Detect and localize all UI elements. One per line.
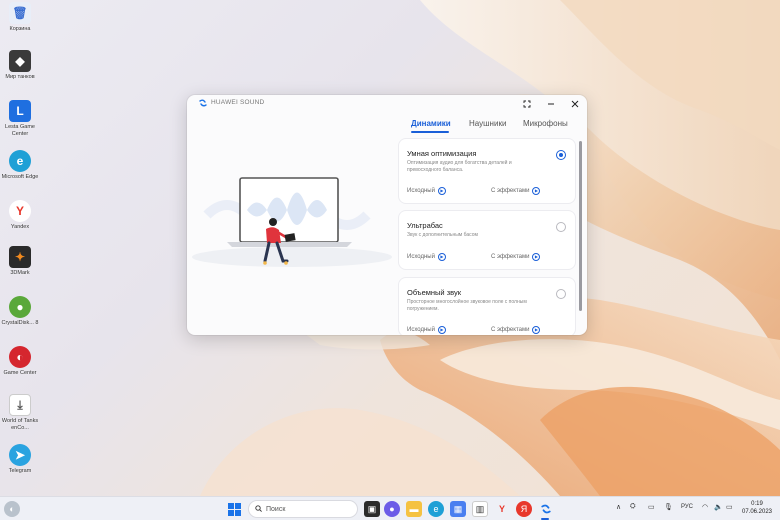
desktop-icon-label: Game Center bbox=[3, 370, 37, 376]
preview-original-button[interactable]: Исходный ▶ bbox=[407, 253, 446, 261]
file-explorer-icon[interactable]: ▬ bbox=[406, 501, 422, 517]
sound-mode-card-smart[interactable]: Умная оптимизация Оптимизация аудио для … bbox=[399, 139, 575, 203]
taskbar-search[interactable]: Поиск bbox=[248, 500, 358, 518]
play-icon: ▶ bbox=[532, 253, 541, 261]
desktop-icon-game-center[interactable]: ◐ Game Center bbox=[0, 346, 40, 377]
store-icon[interactable]: ▦ bbox=[450, 501, 466, 517]
desktop-icon-telegram[interactable]: ➤ Telegram bbox=[0, 444, 40, 475]
wifi-icon[interactable]: ◠ bbox=[702, 503, 708, 511]
sound-mode-radio[interactable] bbox=[556, 150, 566, 160]
volume-icon[interactable]: 🔈 bbox=[714, 503, 723, 511]
yandex-icon[interactable]: Я bbox=[516, 501, 532, 517]
preview-original-button[interactable]: Исходный ▶ bbox=[407, 187, 446, 195]
widgets-icon[interactable]: ◐ bbox=[4, 501, 20, 517]
3dmark-icon: ✦ bbox=[9, 246, 31, 268]
sound-mode-description: Звук с дополнительным басом bbox=[407, 232, 478, 238]
huawei-sound-window: HUAWEI SOUND Динамики Наушники Микрофоны bbox=[187, 95, 587, 335]
desktop-icon-label: Корзина bbox=[9, 26, 31, 32]
battery-icon[interactable]: ▭ bbox=[648, 503, 655, 511]
huawei-sound-taskbar-icon[interactable] bbox=[538, 501, 554, 517]
preview-label: С эффектами bbox=[491, 254, 530, 260]
tab-headphones[interactable]: Наушники bbox=[469, 119, 506, 128]
preview-effects-button[interactable]: С эффектами ▶ bbox=[491, 326, 541, 334]
taskbar: ◐ Поиск ▣ ● ▬ e ▦ ▥ Y Я ∧ ⛭ ▭ 🎙 РУС ◠ 🔈 … bbox=[0, 496, 780, 520]
wot-icon: ⤓ bbox=[9, 394, 31, 416]
microphone-icon[interactable]: 🎙 bbox=[664, 503, 673, 511]
task-view-icon[interactable]: ▣ bbox=[364, 501, 380, 517]
tray-app-icon[interactable]: ⛭ bbox=[630, 503, 636, 511]
chevron-up-icon[interactable]: ∧ bbox=[616, 503, 621, 511]
edge-icon[interactable]: e bbox=[428, 501, 444, 517]
desktop-icon-label: Мир танков bbox=[5, 74, 35, 80]
desktop-icon-label: 3DMark bbox=[10, 270, 30, 276]
desktop-icon-label: Yandex bbox=[10, 224, 30, 230]
recycle-bin-icon: 🗑 bbox=[9, 2, 31, 24]
start-button[interactable] bbox=[226, 501, 242, 517]
play-icon: ▶ bbox=[437, 326, 446, 334]
desktop-icon-label: CrystalDisk... 8 bbox=[1, 320, 39, 326]
app-icon[interactable]: ▥ bbox=[472, 501, 488, 517]
clock-date: 07.06.2023 bbox=[741, 509, 773, 515]
desktop-icon-recycle-bin[interactable]: 🗑 Корзина bbox=[0, 2, 40, 33]
play-icon: ▶ bbox=[532, 187, 541, 195]
laptop-illustration bbox=[192, 177, 392, 267]
desktop-icon-label: Lesta Game Center bbox=[5, 124, 35, 137]
scrollbar[interactable] bbox=[579, 141, 582, 311]
sound-mode-radio[interactable] bbox=[556, 289, 566, 299]
search-icon bbox=[255, 504, 262, 514]
play-icon: ▶ bbox=[437, 187, 446, 195]
sound-mode-description: Оптимизация аудио для богатства деталей … bbox=[407, 160, 512, 173]
preview-label: Исходный bbox=[407, 254, 435, 260]
desktop-icon-label: Telegram bbox=[8, 468, 32, 474]
desktop-icon-label: Microsoft Edge bbox=[1, 174, 39, 180]
chat-icon[interactable]: ● bbox=[384, 501, 400, 517]
yandex-icon: Y bbox=[9, 200, 31, 222]
tab-microphones[interactable]: Микрофоны bbox=[523, 119, 568, 128]
edge-icon: e bbox=[9, 150, 31, 172]
telegram-icon: ➤ bbox=[9, 444, 31, 466]
sound-mode-title: Ультрабас bbox=[407, 221, 443, 230]
lesta-icon: L bbox=[9, 100, 31, 122]
preview-effects-button[interactable]: С эффектами ▶ bbox=[491, 253, 541, 261]
desktop-icon-edge[interactable]: e Microsoft Edge bbox=[0, 150, 40, 181]
desktop-icon-3dmark[interactable]: ✦ 3DMark bbox=[0, 246, 40, 277]
play-icon: ▶ bbox=[532, 326, 541, 334]
sound-mode-title: Объемный звук bbox=[407, 288, 461, 297]
battery-status-icon[interactable]: ▭ bbox=[726, 503, 733, 511]
play-icon: ▶ bbox=[437, 253, 446, 261]
preview-label: Исходный bbox=[407, 188, 435, 194]
sound-mode-list: Умная оптимизация Оптимизация аудио для … bbox=[399, 139, 579, 335]
sound-mode-radio[interactable] bbox=[556, 222, 566, 232]
search-placeholder: Поиск bbox=[266, 505, 286, 513]
sound-mode-card-surround[interactable]: Объемный звук Просторное многослойное зв… bbox=[399, 278, 575, 335]
tab-speakers[interactable]: Динамики bbox=[411, 119, 451, 128]
preview-label: Исходный bbox=[407, 327, 435, 333]
preview-effects-button[interactable]: С эффектами ▶ bbox=[491, 187, 541, 195]
windows-logo-icon bbox=[227, 502, 241, 516]
tank-game-icon: ◆ bbox=[9, 50, 31, 72]
clock-time: 0:19 bbox=[751, 501, 763, 507]
language-indicator[interactable]: РУС bbox=[681, 504, 693, 510]
sound-mode-title: Умная оптимизация bbox=[407, 149, 477, 158]
preview-original-button[interactable]: Исходный ▶ bbox=[407, 326, 446, 334]
crystaldisk-icon: ● bbox=[9, 296, 31, 318]
desktop-icon-yandex[interactable]: Y Yandex bbox=[0, 200, 40, 231]
desktop-icon-tank-game[interactable]: ◆ Мир танков bbox=[0, 50, 40, 81]
desktop-icon-lesta[interactable]: L Lesta Game Center bbox=[0, 100, 40, 138]
sound-mode-description: Просторное многослойное звуковое поле с … bbox=[407, 299, 527, 312]
sound-mode-card-ultrabass[interactable]: Ультрабас Звук с дополнительным басом Ис… bbox=[399, 211, 575, 269]
clock[interactable]: 0:19 07.06.2023 bbox=[738, 500, 776, 516]
desktop-icon-wot[interactable]: ⤓ World of Tanks enCo... bbox=[0, 394, 40, 432]
desktop-icon-label: World of Tanks enCo... bbox=[1, 418, 39, 431]
yandex-browser-icon[interactable]: Y bbox=[494, 501, 510, 517]
active-tab-indicator bbox=[411, 131, 449, 133]
game-center-icon: ◐ bbox=[9, 346, 31, 368]
preview-label: С эффектами bbox=[491, 188, 530, 194]
desktop-icon-crystaldisk[interactable]: ● CrystalDisk... 8 bbox=[0, 296, 40, 327]
preview-label: С эффектами bbox=[491, 327, 530, 333]
